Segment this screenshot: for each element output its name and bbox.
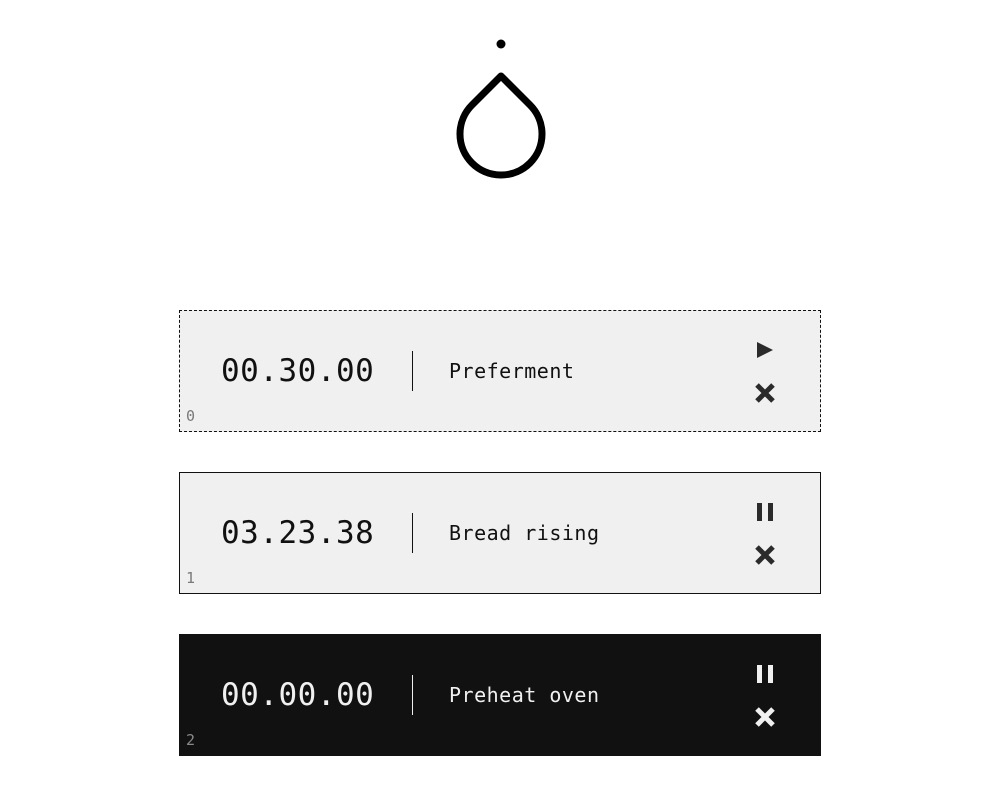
pause-icon [755, 664, 775, 684]
close-icon [754, 544, 776, 566]
timer-divider [412, 351, 413, 391]
play-button[interactable] [750, 335, 780, 365]
close-icon [754, 706, 776, 728]
timer-label[interactable]: Bread rising [449, 521, 600, 545]
pause-button[interactable] [750, 659, 780, 689]
close-icon [754, 382, 776, 404]
delete-timer-button[interactable] [750, 702, 780, 732]
timer-label[interactable]: Preferment [449, 359, 574, 383]
timer-time: 00.00.00 [221, 677, 375, 713]
delete-timer-button[interactable] [750, 378, 780, 408]
timer-card-2[interactable]: 00.00.00 Preheat oven 2 [179, 634, 821, 756]
timer-time: 03.23.38 [221, 515, 375, 551]
timer-index: 2 [186, 731, 196, 749]
timer-time: 00.30.00 [221, 353, 375, 389]
pause-button[interactable] [750, 497, 780, 527]
delete-timer-button[interactable] [750, 540, 780, 570]
timer-label[interactable]: Preheat oven [449, 683, 600, 707]
play-icon [755, 340, 775, 360]
timer-card-1[interactable]: 03.23.38 Bread rising 1 [179, 472, 821, 594]
pause-icon [755, 502, 775, 522]
timer-index: 0 [186, 407, 196, 425]
timer-divider [412, 675, 413, 715]
droplet-logo-icon [446, 36, 556, 196]
timer-card-0[interactable]: 00.30.00 Preferment 0 [179, 310, 821, 432]
timer-divider [412, 513, 413, 553]
timer-index: 1 [186, 569, 196, 587]
